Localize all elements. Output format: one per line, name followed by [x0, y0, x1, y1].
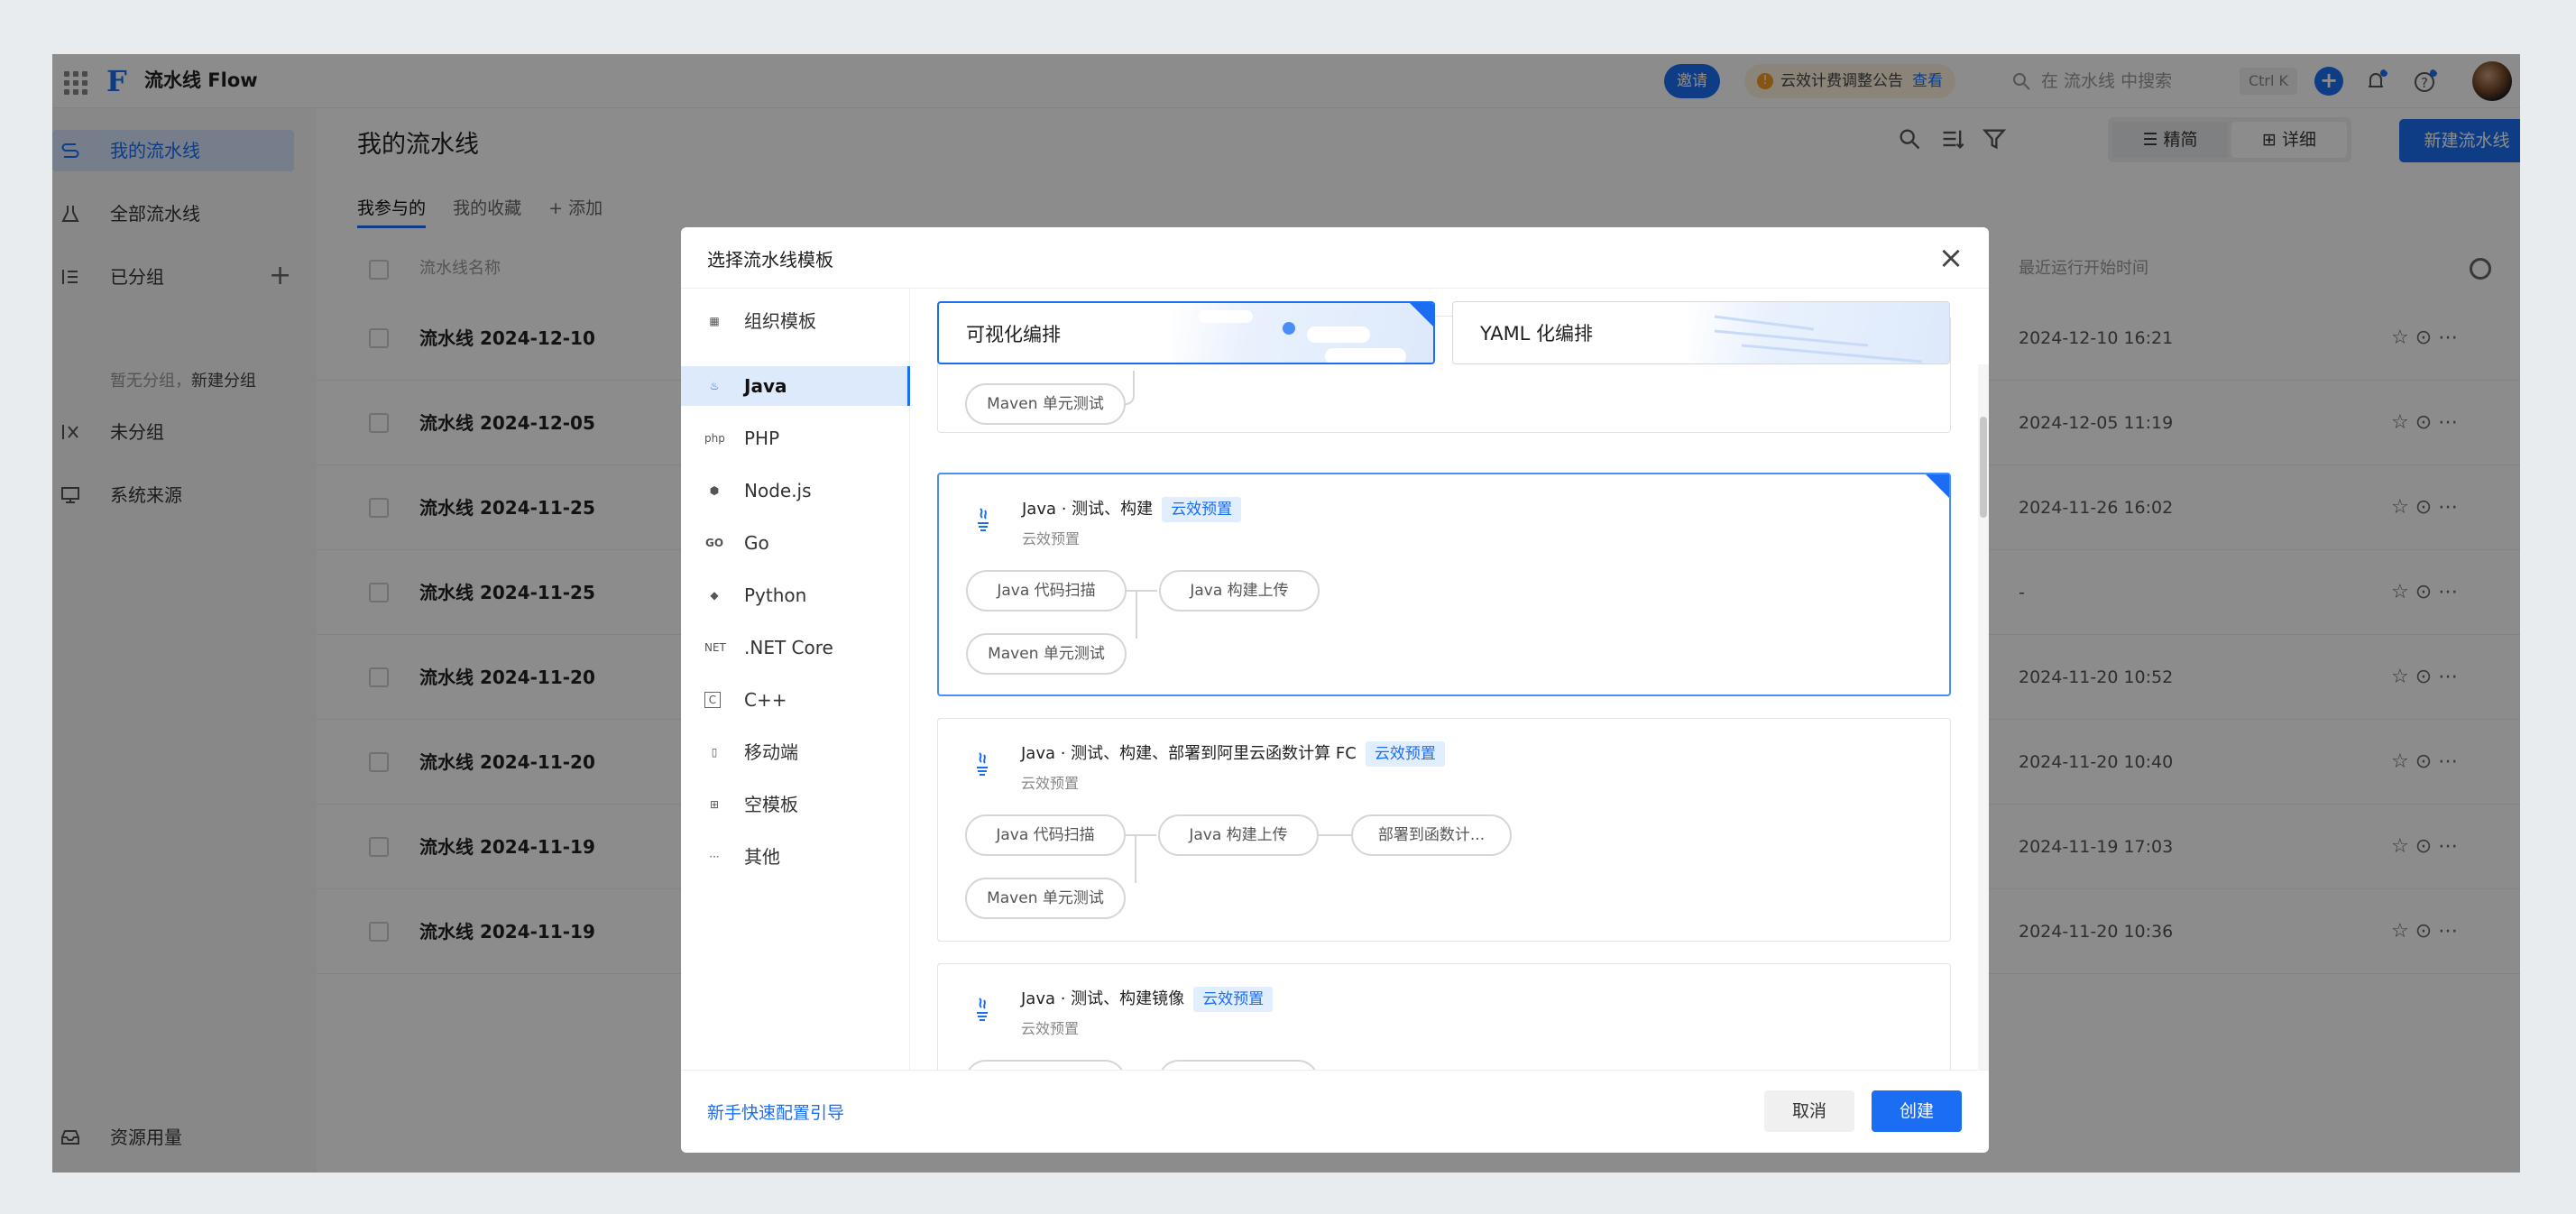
yaml-mode-illustration: [1688, 302, 1949, 363]
template-title: Java · 测试、构建 云效预置: [1022, 496, 1242, 522]
category-label: Node.js: [744, 480, 812, 501]
java-icon: ♨: [709, 380, 720, 392]
visual-mode-graphic: [1199, 310, 1406, 363]
category-empty[interactable]: ⊞ 空模板: [681, 785, 910, 824]
dotnet-icon: NET: [704, 641, 726, 654]
modal-header: 选择流水线模板 ×: [681, 227, 1989, 289]
pipeline-node: 部署到函数计...: [1351, 814, 1512, 856]
visual-orchestration-tab[interactable]: 可视化编排: [937, 301, 1435, 364]
category-mobile[interactable]: ▯ 移动端: [681, 732, 910, 772]
category-org-templates[interactable]: ▦ 组织模板: [681, 301, 910, 341]
selected-corner-icon: [1410, 303, 1433, 326]
template-title-text: Java · 测试、构建、部署到阿里云函数计算 FC: [1021, 744, 1357, 763]
scrollbar-thumb[interactable]: [1980, 417, 1987, 518]
java-icon: [978, 508, 989, 531]
python-icon: ◆: [710, 589, 719, 602]
template-card-java-test-build[interactable]: Java · 测试、构建 云效预置 云效预置 Java 代码扫描 Java 构建上…: [937, 473, 1951, 696]
pipeline-node: Java 构建上传: [1158, 814, 1319, 856]
category-label: 空模板: [744, 794, 798, 815]
category-label: Java: [744, 375, 787, 397]
empty-template-icon: ⊞: [709, 798, 720, 811]
preset-badge: 云效预置: [1365, 741, 1445, 767]
template-subtitle: 云效预置: [1021, 1020, 1080, 1037]
yaml-mode-label: YAML 化编排: [1480, 323, 1594, 345]
category-php[interactable]: php PHP: [681, 418, 910, 458]
go-icon: GO: [704, 537, 724, 549]
pipeline-node: Java 代码扫描: [966, 570, 1127, 612]
category-dotnet[interactable]: NET .NET Core: [681, 628, 910, 667]
create-button[interactable]: 创建: [1872, 1090, 1962, 1132]
node-connector: [1136, 592, 1145, 639]
template-modal: 选择流水线模板 × ▦ 组织模板 ♨ Java php PHP ⬢ Node.js GO…: [681, 227, 1989, 1153]
category-label: 移动端: [744, 741, 798, 763]
category-label: Go: [744, 532, 769, 554]
grid-icon: ▦: [709, 315, 720, 327]
cpp-icon: C: [704, 692, 721, 708]
category-label: Python: [744, 584, 807, 606]
node-connector: [1135, 836, 1144, 883]
java-icon: [977, 998, 988, 1021]
pipeline-node: Maven 单元测试: [965, 383, 1126, 425]
pipeline-node: Maven 单元测试: [965, 878, 1126, 919]
template-categories: ▦ 组织模板 ♨ Java php PHP ⬢ Node.js GO Go ◆ Python…: [681, 289, 910, 1070]
nodejs-icon: ⬢: [709, 484, 720, 497]
category-label: 组织模板: [744, 310, 816, 332]
node-connector: [1126, 371, 1135, 405]
preset-badge: 云效预置: [1162, 497, 1242, 522]
more-icon: ···: [709, 851, 720, 863]
category-java[interactable]: ♨ Java: [681, 366, 910, 406]
category-label: 其他: [744, 846, 780, 868]
node-connector: [1319, 834, 1351, 836]
template-list: Maven 单元测试 可视化编排 YAML 化编排 Java · 测试、构建 云效…: [911, 289, 1989, 1070]
template-card-java-image[interactable]: Java · 测试、构建镜像 云效预置 云效预置: [937, 963, 1951, 1070]
category-cpp[interactable]: C C++: [681, 680, 910, 720]
pipeline-node-cut: [1158, 1060, 1319, 1070]
pipeline-node: Maven 单元测试: [966, 633, 1127, 675]
quick-guide-link[interactable]: 新手快速配置引导: [707, 1099, 844, 1124]
category-label: .NET Core: [744, 637, 833, 658]
mobile-icon: ▯: [711, 746, 718, 759]
php-icon: php: [704, 432, 725, 445]
template-subtitle: 云效预置: [1021, 775, 1080, 792]
category-other[interactable]: ··· 其他: [681, 837, 910, 877]
modal-footer: 新手快速配置引导 取消 创建: [681, 1070, 1989, 1153]
template-title: Java · 测试、构建镜像 云效预置: [1021, 986, 1274, 1012]
category-label: C++: [744, 689, 787, 711]
app-window: F 流水线 Flow 邀请 ! 云效计费调整公告 查看 在 流水线 中搜索 Ctr…: [52, 54, 2520, 1173]
selected-corner-icon: [1926, 474, 1949, 498]
template-list-scrollbar[interactable]: [1978, 364, 1989, 1070]
category-python[interactable]: ◆ Python: [681, 575, 910, 615]
modal-title: 选择流水线模板: [707, 249, 833, 271]
yaml-orchestration-tab[interactable]: YAML 化编排: [1452, 301, 1950, 364]
yaml-mode-graphic: [1714, 315, 1923, 363]
close-icon[interactable]: ×: [1933, 240, 1969, 276]
template-title-text: Java · 测试、构建: [1022, 500, 1154, 519]
category-label: PHP: [744, 428, 780, 449]
template-subtitle: 云效预置: [1022, 530, 1081, 547]
template-title: Java · 测试、构建、部署到阿里云函数计算 FC 云效预置: [1021, 740, 1445, 767]
template-card-java-fc[interactable]: Java · 测试、构建、部署到阿里云函数计算 FC 云效预置 云效预置 Java…: [937, 718, 1951, 942]
category-go[interactable]: GO Go: [681, 523, 910, 563]
preset-badge: 云效预置: [1193, 987, 1274, 1012]
template-title-text: Java · 测试、构建镜像: [1021, 989, 1185, 1008]
java-icon: [977, 752, 988, 776]
pipeline-node-cut: [965, 1060, 1126, 1070]
pipeline-node: Java 代码扫描: [965, 814, 1126, 856]
visual-mode-illustration: [1172, 303, 1433, 363]
visual-mode-label: 可视化编排: [966, 324, 1061, 345]
category-nodejs[interactable]: ⬢ Node.js: [681, 471, 910, 510]
cancel-button[interactable]: 取消: [1764, 1090, 1854, 1132]
pipeline-node: Java 构建上传: [1159, 570, 1320, 612]
